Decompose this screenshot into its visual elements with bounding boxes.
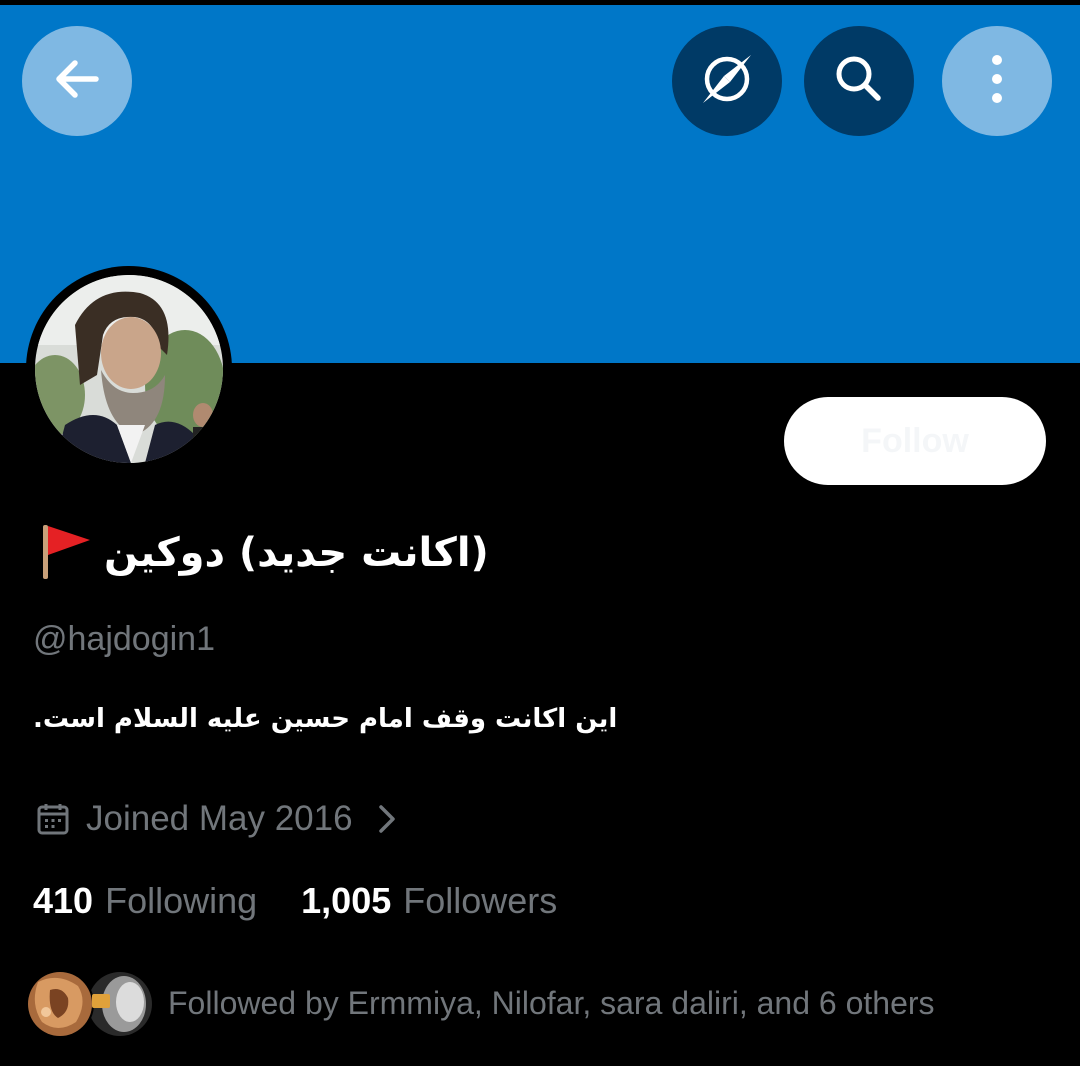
- joined-date-row[interactable]: Joined May 2016: [36, 796, 397, 842]
- search-button[interactable]: [804, 26, 914, 136]
- mutual-avatar: [26, 970, 94, 1038]
- followers-count: 1,005: [301, 880, 392, 921]
- compass-icon: [694, 46, 760, 117]
- search-icon: [830, 50, 888, 113]
- following-stat[interactable]: 410 Following: [33, 880, 257, 922]
- followers-label: Followers: [403, 880, 558, 921]
- more-options-button[interactable]: [942, 26, 1052, 136]
- profile-avatar[interactable]: [35, 275, 223, 463]
- follow-button[interactable]: Follow: [784, 397, 1046, 485]
- joined-date-text: Joined May 2016: [86, 799, 353, 838]
- explore-button[interactable]: [672, 26, 782, 136]
- profile-bio: این اکانت وقف امام حسین علیه السلام است.: [33, 704, 618, 734]
- avatar-badge: [92, 994, 110, 1008]
- followed-by-row[interactable]: Followed by Ermmiya, Nilofar, sara dalir…: [26, 968, 935, 1038]
- followed-by-text: Followed by Ermmiya, Nilofar, sara dalir…: [168, 984, 935, 1021]
- more-vertical-icon: [987, 52, 1007, 111]
- calendar-icon: [36, 802, 70, 836]
- avatar-border: [26, 266, 232, 472]
- arrow-left-icon: [50, 52, 104, 111]
- follow-stats: 410 Following 1,005 Followers: [33, 876, 557, 926]
- red-triangular-flag-icon: [38, 521, 94, 586]
- back-button[interactable]: [22, 26, 132, 136]
- display-name-text: (اکانت جدید) دوکین: [104, 530, 489, 576]
- followed-by-avatars: [26, 968, 154, 1038]
- following-label: Following: [105, 880, 258, 921]
- chevron-right-icon: [377, 804, 397, 834]
- following-count: 410: [33, 880, 94, 921]
- user-handle: @hajdogin1: [33, 620, 215, 658]
- display-name: (اکانت جدید) دوکین: [38, 518, 558, 588]
- followers-stat[interactable]: 1,005 Followers: [301, 880, 557, 922]
